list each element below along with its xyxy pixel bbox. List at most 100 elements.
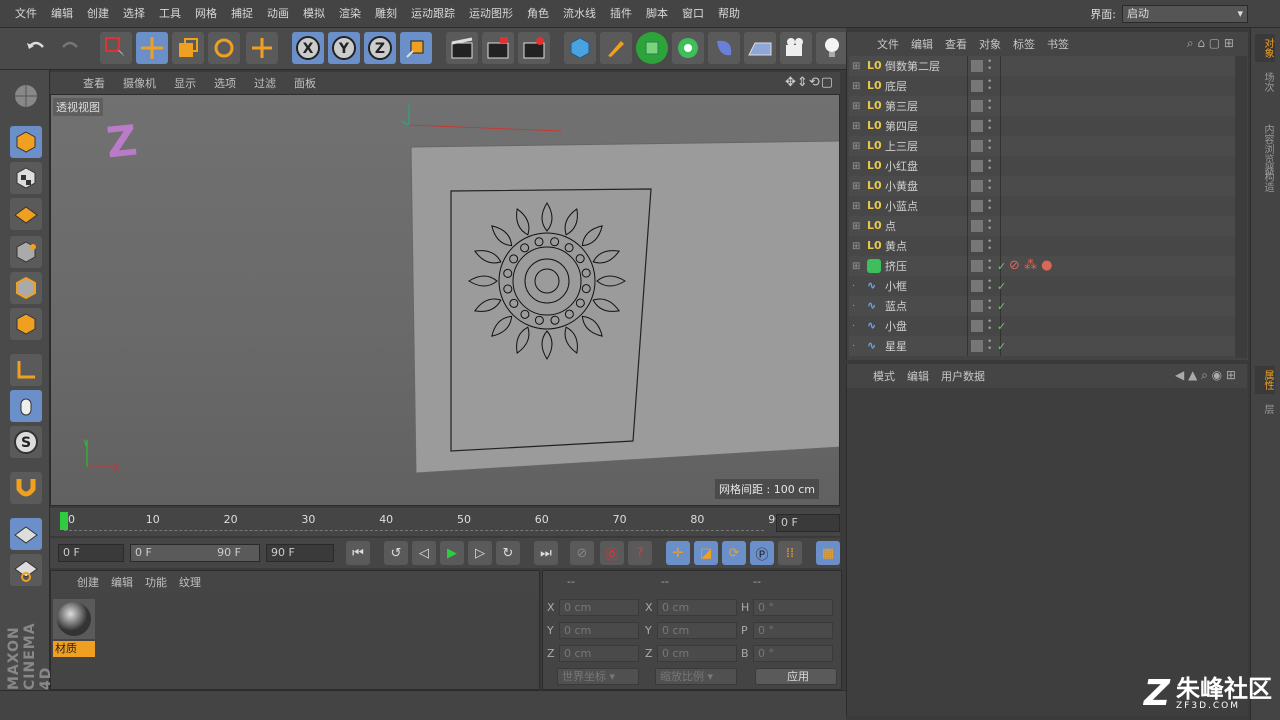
expand-icon[interactable]: ⊞ (852, 161, 860, 172)
object-name[interactable]: 小盘 (885, 318, 907, 334)
menu-item[interactable]: 雕刻 (368, 0, 404, 28)
expand-icon[interactable]: · (852, 301, 855, 312)
key-rotation-button[interactable]: ⟳ (722, 541, 746, 565)
visibility-dots[interactable]: • • (987, 178, 992, 194)
size-value-field[interactable]: 0 cm (657, 645, 737, 662)
material-menu-item[interactable]: 纹理 (173, 574, 207, 590)
layer-swatch[interactable] (971, 300, 983, 312)
timeline-ruler[interactable]: 0102030405060708090 (50, 508, 840, 536)
object-row[interactable]: ⊞ L0 黄点 • • (849, 236, 1235, 256)
tweak-mode-button[interactable] (10, 390, 42, 422)
rotate-tool-button[interactable] (208, 32, 240, 64)
viewport-menu-item[interactable]: 面板 (285, 75, 325, 91)
prev-key-button[interactable]: ↺ (384, 541, 408, 565)
menu-item[interactable]: 编辑 (44, 0, 80, 28)
visibility-dots[interactable]: • • (987, 338, 992, 354)
object-menu-item[interactable]: 查看 (939, 36, 973, 52)
menu-item[interactable]: 网格 (188, 0, 224, 28)
object-name[interactable]: 倒数第二层 (885, 58, 940, 74)
right-tab[interactable]: 属性 (1255, 366, 1275, 394)
layer-swatch[interactable] (971, 160, 983, 172)
expand-icon[interactable]: ⊞ (852, 201, 860, 212)
expand-icon[interactable]: ⊞ (852, 101, 860, 112)
range-slider[interactable]: 0 F 90 F (130, 544, 260, 562)
material-menu-item[interactable]: 功能 (139, 574, 173, 590)
expand-icon[interactable]: ⊞ (852, 221, 860, 232)
right-tab[interactable]: 对象 (1255, 34, 1275, 62)
redo-button[interactable] (54, 32, 86, 64)
object-tags[interactable]: ⊘ ⁂ ● (1009, 258, 1053, 273)
attribute-nav-icons[interactable]: ◀ ▲ ⌕ ◉ ⊞ (1175, 368, 1236, 383)
expand-icon[interactable]: · (852, 281, 855, 292)
layer-swatch[interactable] (971, 220, 983, 232)
object-name[interactable]: 上三层 (885, 138, 918, 154)
timeline-window-button[interactable]: ▦ (816, 541, 840, 565)
object-row[interactable]: ⊞ L0 点 • • (849, 216, 1235, 236)
position-value-field[interactable]: 0 cm (559, 599, 639, 616)
object-row[interactable]: · ∿ 小盘 • • ✓ (849, 316, 1235, 336)
layer-swatch[interactable] (971, 180, 983, 192)
menu-item[interactable]: 插件 (603, 0, 639, 28)
object-row[interactable]: · ∿ 蓝点 • • ✓ (849, 296, 1235, 316)
object-row[interactable]: ⊞ 挤压 • • ✓ ⊘ ⁂ ● (849, 256, 1235, 276)
visibility-dots[interactable]: • • (987, 278, 992, 294)
object-row[interactable]: ⊞ L0 倒数第二层 • • (849, 56, 1235, 76)
menu-item[interactable]: 脚本 (639, 0, 675, 28)
move-tool-button[interactable] (136, 32, 168, 64)
material-name[interactable]: 材质 (53, 641, 95, 657)
render-settings-button[interactable] (518, 32, 550, 64)
world-coords-select[interactable]: 世界坐标 ▾ (557, 668, 639, 685)
object-row[interactable]: ⊞ L0 底层 • • (849, 76, 1235, 96)
key-scale-button[interactable]: ◪ (694, 541, 718, 565)
key-position-button[interactable]: ✛ (666, 541, 690, 565)
object-row[interactable]: · ∿ 星星 • • ✓ (849, 336, 1235, 356)
enabled-check-icon[interactable]: ✓ (997, 300, 1006, 313)
object-name[interactable]: 小黄盘 (885, 178, 918, 194)
next-frame-button[interactable]: ▷ (468, 541, 492, 565)
object-name[interactable]: 蓝点 (885, 298, 907, 314)
menu-item[interactable]: 角色 (520, 0, 556, 28)
visibility-dots[interactable]: • • (987, 58, 992, 74)
cloner-button[interactable] (672, 32, 704, 64)
object-name[interactable]: 小框 (885, 278, 907, 294)
visibility-dots[interactable]: • • (987, 198, 992, 214)
object-name[interactable]: 星星 (885, 338, 907, 354)
viewport-menu-item[interactable]: 过滤 (245, 75, 285, 91)
render-picture-viewer-button[interactable] (482, 32, 514, 64)
expand-icon[interactable]: · (852, 341, 855, 352)
snap-button[interactable]: S (10, 426, 42, 458)
expand-icon[interactable]: · (852, 321, 855, 332)
autokey-button[interactable]: ? (628, 541, 652, 565)
visibility-dots[interactable]: • • (987, 118, 992, 134)
menu-item[interactable]: 运动跟踪 (404, 0, 462, 28)
key-pla-button[interactable]: ⁞⁞ (778, 541, 802, 565)
object-name[interactable]: 小红盘 (885, 158, 918, 174)
expand-icon[interactable]: ⊞ (852, 241, 860, 252)
object-scrollbar[interactable] (1235, 56, 1247, 358)
viewport-perspective[interactable]: 透视视图 Z Y X 网格间距 : 100 cm (50, 94, 840, 506)
object-row[interactable]: ⊞ L0 小红盘 • • (849, 156, 1235, 176)
render-view-button[interactable] (446, 32, 478, 64)
magnet-button[interactable] (10, 472, 42, 504)
cube-button[interactable] (564, 32, 596, 64)
object-menu-item[interactable]: 对象 (973, 36, 1007, 52)
object-name[interactable]: 第四层 (885, 118, 918, 134)
motion-record-button[interactable]: ⊘ (570, 541, 594, 565)
position-value-field[interactable]: 0 cm (559, 622, 639, 639)
nurbs-button[interactable] (636, 32, 668, 64)
undo-button[interactable] (20, 32, 52, 64)
play-button[interactable]: ▶ (440, 541, 464, 565)
object-menu-item[interactable]: 文件 (871, 36, 905, 52)
object-name[interactable]: 挤压 (885, 258, 907, 274)
object-row[interactable]: ⊞ L0 第四层 • • (849, 116, 1235, 136)
visibility-dots[interactable]: • • (987, 78, 992, 94)
layer-swatch[interactable] (971, 340, 983, 352)
deformer-button[interactable] (708, 32, 740, 64)
expand-icon[interactable]: ⊞ (852, 261, 860, 272)
viewport-menu-item[interactable]: 选项 (205, 75, 245, 91)
x-axis-button[interactable]: X (292, 32, 324, 64)
end-frame-field[interactable]: 90 F (266, 544, 334, 562)
rotation-value-field[interactable]: 0 ° (753, 599, 833, 616)
go-to-end-button[interactable]: ⏭ (534, 541, 558, 565)
material-menu-item[interactable]: 创建 (71, 574, 105, 590)
